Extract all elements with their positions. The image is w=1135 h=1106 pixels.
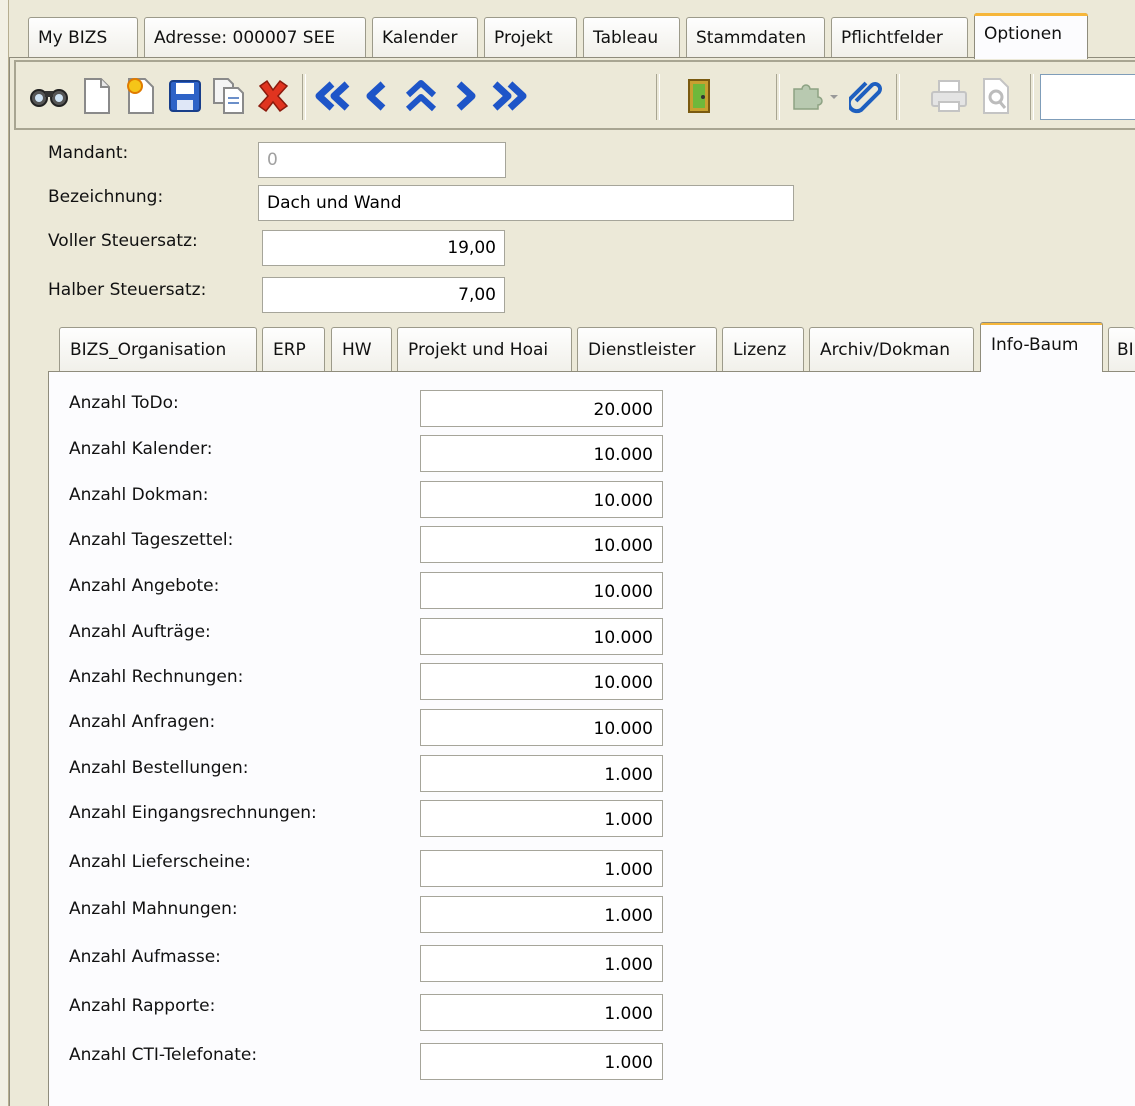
tab-pflichtfelder[interactable]: Pflichtfelder (831, 17, 968, 57)
tab-bi[interactable]: BI (1108, 327, 1135, 371)
anzahl-angebote-label: Anzahl Angebote: (69, 576, 220, 596)
delete-icon[interactable] (252, 75, 294, 117)
anzahl-mahnungen-label: Anzahl Mahnungen: (69, 899, 238, 919)
tab-kalender[interactable]: Kalender (372, 17, 478, 57)
anzahl-aufmasse-field[interactable]: 1.000 (420, 945, 663, 982)
up-record-icon[interactable] (400, 75, 442, 117)
anzahl-cti-telefonate-field[interactable]: 1.000 (420, 1043, 663, 1080)
anzahl-anfragen-label: Anzahl Anfragen: (69, 712, 216, 732)
next-record-icon[interactable] (444, 75, 486, 117)
first-record-icon[interactable] (312, 75, 354, 117)
anzahl-rapporte-field[interactable]: 1.000 (420, 994, 663, 1031)
last-record-icon[interactable] (488, 75, 530, 117)
toolbar-separator (656, 74, 660, 120)
anzahl-tageszettel-label: Anzahl Tageszettel: (69, 530, 234, 550)
anzahl-auftraege-label: Anzahl Aufträge: (69, 622, 211, 642)
voller-steuersatz-label: Voller Steuersatz: (48, 231, 198, 251)
anzahl-auftraege-field[interactable]: 10.000 (420, 618, 663, 655)
tab-hw[interactable]: HW (331, 327, 392, 371)
toolbar-separator (302, 74, 306, 120)
anzahl-dokman-label: Anzahl Dokman: (69, 485, 209, 505)
tab-my-bizs[interactable]: My BIZS (28, 17, 138, 57)
toolbar-separator (1030, 74, 1034, 120)
tab-erp[interactable]: ERP (262, 327, 325, 371)
tab-bizs-organisation[interactable]: BIZS_Organisation (59, 327, 257, 371)
main-tab-strip: My BIZS Adresse: 000007 SEE Kalender Pro… (14, 0, 1135, 59)
copy-icon[interactable] (208, 75, 250, 117)
tab-tableau[interactable]: Tableau (583, 17, 680, 57)
anzahl-bestellungen-label: Anzahl Bestellungen: (69, 758, 249, 778)
anzahl-kalender-label: Anzahl Kalender: (69, 439, 213, 459)
tab-archiv-dokman[interactable]: Archiv/Dokman (809, 327, 974, 371)
mandant-field: 0 (258, 142, 506, 178)
toolbar-search-input[interactable] (1040, 74, 1135, 120)
tab-projekt[interactable]: Projekt (484, 17, 577, 57)
tab-stammdaten[interactable]: Stammdaten (686, 17, 825, 57)
anzahl-kalender-field[interactable]: 10.000 (420, 435, 663, 472)
tab-info-baum[interactable]: Info-Baum (980, 322, 1103, 372)
tab-optionen[interactable]: Optionen (974, 13, 1088, 59)
anzahl-rechnungen-label: Anzahl Rechnungen: (69, 667, 244, 687)
anzahl-aufmasse-label: Anzahl Aufmasse: (69, 947, 221, 967)
bezeichnung-field[interactable]: Dach und Wand (258, 185, 794, 221)
paperclip-icon[interactable] (846, 75, 888, 117)
anzahl-angebote-field[interactable]: 10.000 (420, 572, 663, 609)
new-star-document-icon[interactable] (120, 75, 162, 117)
binoculars-icon[interactable] (28, 75, 70, 117)
mandant-label: Mandant: (48, 143, 129, 163)
halber-steuersatz-field[interactable]: 7,00 (262, 277, 505, 313)
anzahl-todo-label: Anzahl ToDo: (69, 393, 179, 413)
tab-lizenz[interactable]: Lizenz (722, 327, 804, 371)
tab-projekt-und-hoai[interactable]: Projekt und Hoai (397, 327, 572, 371)
new-document-icon[interactable] (76, 75, 118, 117)
anzahl-eingangsrechnungen-field[interactable]: 1.000 (420, 800, 663, 837)
window-left-edge (0, 0, 9, 1106)
anzahl-tageszettel-field[interactable]: 10.000 (420, 526, 663, 563)
previous-record-icon[interactable] (356, 75, 398, 117)
anzahl-bestellungen-field[interactable]: 1.000 (420, 755, 663, 792)
bezeichnung-label: Bezeichnung: (48, 187, 164, 207)
toolbar-separator (896, 74, 900, 120)
voller-steuersatz-field[interactable]: 19,00 (262, 230, 505, 266)
print-icon[interactable] (928, 75, 970, 117)
anzahl-dokman-field[interactable]: 10.000 (420, 481, 663, 518)
exit-door-icon[interactable] (678, 75, 720, 117)
tab-adresse[interactable]: Adresse: 000007 SEE (144, 17, 366, 57)
toolbar-separator (776, 74, 780, 120)
anzahl-mahnungen-field[interactable]: 1.000 (420, 896, 663, 933)
anzahl-todo-field[interactable]: 20.000 (420, 390, 663, 427)
tab-dienstleister[interactable]: Dienstleister (577, 327, 717, 371)
anzahl-rapporte-label: Anzahl Rapporte: (69, 996, 216, 1016)
halber-steuersatz-label: Halber Steuersatz: (48, 280, 207, 300)
anzahl-anfragen-field[interactable]: 10.000 (420, 709, 663, 746)
save-icon[interactable] (164, 75, 206, 117)
print-preview-icon[interactable] (976, 75, 1018, 117)
anzahl-cti-telefonate-label: Anzahl CTI-Telefonate: (69, 1045, 258, 1065)
puzzle-dropdown-icon[interactable] (788, 75, 844, 117)
toolbar (14, 60, 1135, 130)
anzahl-lieferscheine-field[interactable]: 1.000 (420, 850, 663, 887)
anzahl-lieferscheine-label: Anzahl Lieferscheine: (69, 852, 251, 872)
anzahl-rechnungen-field[interactable]: 10.000 (420, 663, 663, 700)
anzahl-eingangsrechnungen-label: Anzahl Eingangsrechnungen: (69, 803, 317, 823)
